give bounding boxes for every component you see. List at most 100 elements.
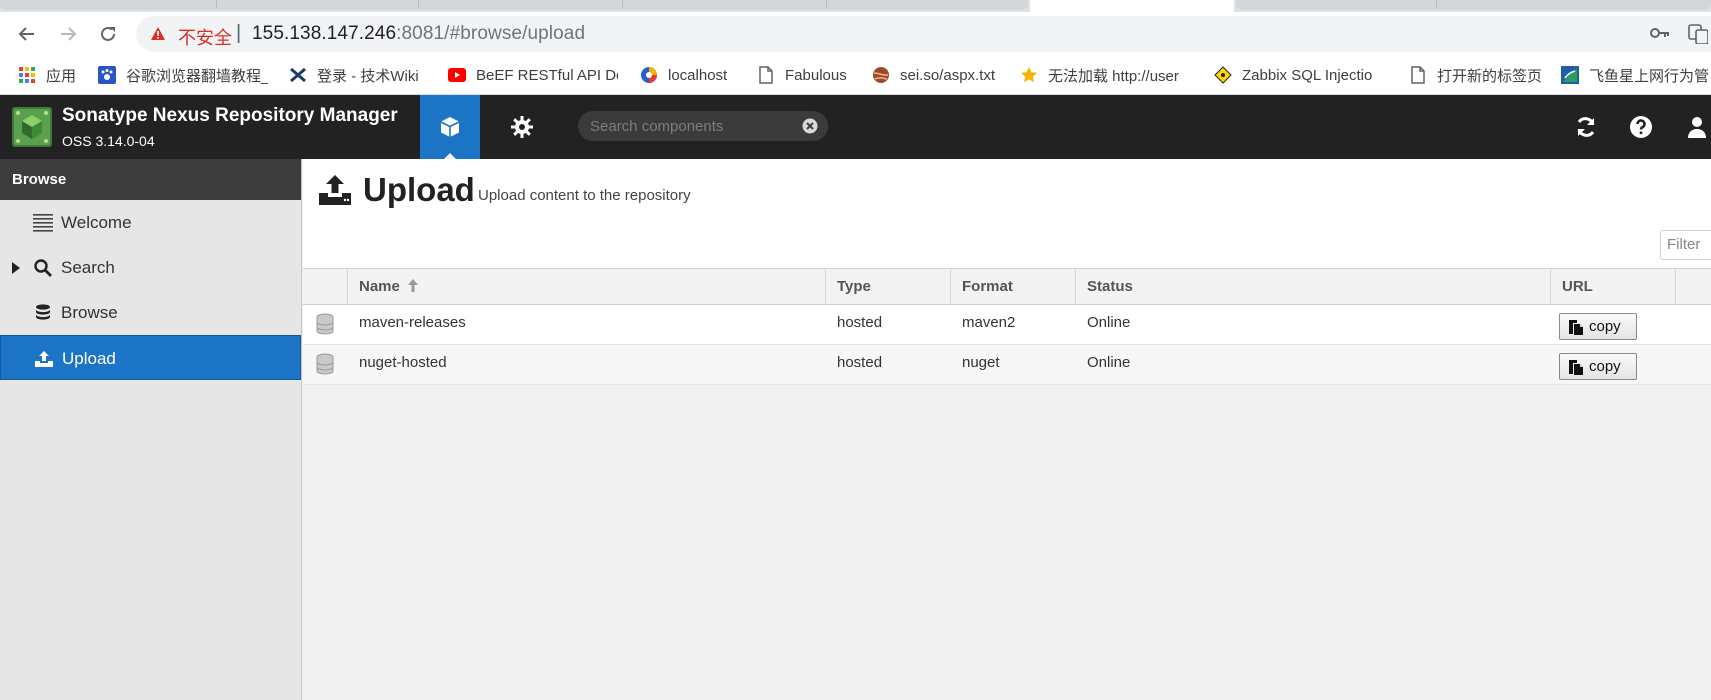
filter-input[interactable] bbox=[1667, 236, 1711, 253]
youtube-icon bbox=[448, 66, 466, 84]
flag-icon bbox=[1561, 66, 1579, 84]
bookmark-label: 谷歌浏览器翻墙教程_ bbox=[126, 67, 268, 85]
page-subtitle: Upload content to the repository bbox=[478, 187, 691, 204]
sidebar-heading: Browse bbox=[0, 159, 301, 200]
help-button[interactable] bbox=[1627, 113, 1655, 141]
app-title: Sonatype Nexus Repository Manager bbox=[62, 105, 398, 126]
cell-status: Online bbox=[1087, 354, 1131, 371]
sidebar: Browse Welcome Search Browse Upload bbox=[0, 159, 302, 700]
back-arrow-icon bbox=[18, 27, 34, 41]
address-separator: | bbox=[236, 22, 242, 44]
reload-icon bbox=[101, 26, 115, 41]
key-icon[interactable] bbox=[1650, 27, 1670, 39]
column-header-type[interactable]: Type bbox=[826, 269, 951, 304]
background-tabs[interactable] bbox=[1236, 0, 1711, 10]
refresh-icon bbox=[1577, 117, 1595, 137]
tab-separator bbox=[418, 0, 419, 8]
gear-icon bbox=[511, 116, 533, 138]
column-header-label: Format bbox=[962, 278, 1013, 295]
bookmark-sei-so[interactable]: sei.so/aspx.txt bbox=[872, 62, 995, 88]
database-icon bbox=[33, 304, 53, 322]
copy-url-button[interactable]: copy bbox=[1559, 313, 1637, 340]
cell-type: hosted bbox=[837, 314, 883, 331]
ball-icon bbox=[872, 66, 890, 84]
bookmark-zabbix[interactable]: Zabbix SQL Injectio bbox=[1214, 62, 1386, 88]
browser-tab-strip bbox=[0, 0, 1711, 12]
filter-field bbox=[1660, 230, 1711, 260]
help-icon bbox=[1630, 116, 1652, 138]
list-icon bbox=[33, 214, 53, 232]
tab-separator bbox=[826, 0, 827, 8]
repository-icon-cell bbox=[303, 305, 348, 344]
page-icon bbox=[1409, 66, 1427, 84]
column-header-label: Status bbox=[1087, 278, 1133, 295]
cell-format: nuget bbox=[962, 354, 1000, 371]
sidebar-item-browse[interactable]: Browse bbox=[0, 290, 301, 335]
column-header-label: URL bbox=[1562, 278, 1593, 295]
bookmark-wiki-login[interactable]: 登录 - 技术Wiki bbox=[289, 62, 419, 88]
copy-url-button[interactable]: copy bbox=[1559, 353, 1637, 380]
sidebar-item-search[interactable]: Search bbox=[0, 245, 301, 290]
bookmark-new-tab[interactable]: 打开新的标签页 bbox=[1409, 62, 1542, 88]
repository-icon bbox=[316, 313, 334, 335]
bookmark-label: Fabulous bbox=[785, 66, 847, 84]
cross-logo-icon bbox=[289, 66, 307, 84]
forward-button[interactable] bbox=[54, 20, 82, 48]
cell-name: nuget-hosted bbox=[359, 354, 447, 371]
sidebar-item-label: Search bbox=[61, 258, 115, 277]
refresh-button[interactable] bbox=[1572, 113, 1600, 141]
url-path: :8081/#browse/upload bbox=[396, 23, 586, 44]
tab-separator bbox=[622, 0, 623, 8]
cell-name: maven-releases bbox=[359, 314, 466, 331]
cell-type: hosted bbox=[837, 354, 883, 371]
bookmark-fabulous[interactable]: Fabulous bbox=[757, 62, 847, 88]
browse-mode-button[interactable] bbox=[420, 95, 480, 159]
warning-icon bbox=[151, 27, 165, 40]
bookmark-localhost[interactable]: localhost bbox=[640, 62, 727, 88]
back-button[interactable] bbox=[13, 20, 41, 48]
address-bar[interactable]: 不安全 | 155.138.147.246:8081/#browse/uploa… bbox=[136, 16, 1711, 52]
column-header-status[interactable]: Status bbox=[1076, 269, 1551, 304]
user-icon bbox=[1688, 117, 1706, 138]
active-tab[interactable] bbox=[1030, 0, 1234, 12]
user-button[interactable] bbox=[1683, 113, 1711, 141]
apps-grid-icon bbox=[18, 66, 36, 84]
table-row[interactable]: maven-releases hosted maven2 Online copy bbox=[303, 305, 1711, 345]
bookmark-beef-api[interactable]: BeEF RESTful API Do bbox=[448, 62, 618, 88]
bookmarks-bar: 应用 谷歌浏览器翻墙教程_ 登录 - 技术Wiki BeEF RESTful A… bbox=[0, 56, 1711, 95]
sidebar-item-label: Upload bbox=[62, 349, 116, 368]
expand-arrow-icon[interactable] bbox=[11, 262, 21, 274]
search-components-input[interactable] bbox=[590, 116, 795, 136]
translate-icon[interactable] bbox=[1688, 24, 1708, 44]
page-icon bbox=[757, 66, 775, 84]
bookmark-cannot-load[interactable]: 无法加载 http://user bbox=[1020, 62, 1190, 88]
admin-mode-button[interactable] bbox=[495, 95, 549, 159]
bookmark-label: Zabbix SQL Injectio bbox=[1242, 66, 1373, 84]
forward-arrow-icon bbox=[61, 27, 77, 41]
upload-icon bbox=[34, 350, 54, 368]
bookmark-label: 登录 - 技术Wiki bbox=[317, 67, 419, 85]
sidebar-item-label: Welcome bbox=[61, 213, 132, 232]
page-title: Upload bbox=[363, 171, 475, 208]
column-header-format[interactable]: Format bbox=[951, 269, 1076, 304]
bookmark-feiyuxing[interactable]: 飞鱼星上网行为管 bbox=[1561, 62, 1711, 88]
sidebar-item-upload[interactable]: Upload bbox=[0, 335, 301, 380]
bookmark-apps[interactable]: 应用 bbox=[18, 62, 76, 88]
bookmark-label: 应用 bbox=[46, 67, 77, 85]
app-version: OSS 3.14.0-04 bbox=[62, 133, 155, 149]
url-text: 155.138.147.246:8081/#browse/upload bbox=[252, 23, 585, 45]
sort-ascending-icon bbox=[408, 279, 419, 292]
upload-icon bbox=[319, 175, 351, 205]
page-header: Upload Upload content to the repository bbox=[303, 159, 1711, 268]
table-row[interactable]: nuget-hosted hosted nuget Online copy bbox=[303, 345, 1711, 385]
column-header-url[interactable]: URL bbox=[1551, 269, 1676, 304]
bookmark-chrome-guide[interactable]: 谷歌浏览器翻墙教程_ bbox=[98, 62, 268, 88]
reload-button[interactable] bbox=[94, 20, 122, 48]
column-header-label: Type bbox=[837, 278, 871, 295]
background-tabs[interactable] bbox=[0, 0, 1028, 10]
repository-grid: Name Type Format Status URL maven-releas… bbox=[303, 268, 1711, 385]
column-header-name[interactable]: Name bbox=[348, 269, 826, 304]
clear-search-icon[interactable] bbox=[802, 118, 818, 134]
tab-separator bbox=[216, 0, 217, 8]
sidebar-item-welcome[interactable]: Welcome bbox=[0, 200, 301, 245]
